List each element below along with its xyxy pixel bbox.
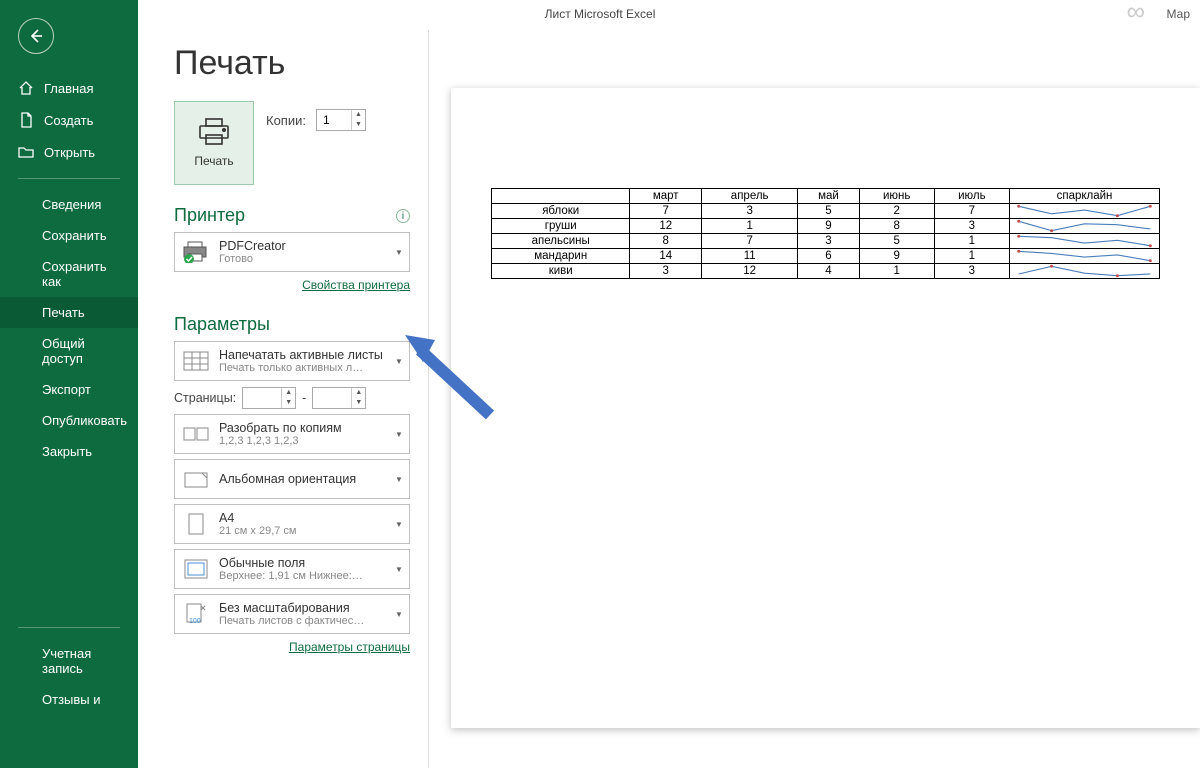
data-table: мартапрельмайиюньиюльспарклайн яблоки735…: [491, 188, 1160, 279]
chevron-down-icon: ▼: [395, 248, 403, 257]
chevron-down-icon: ▼: [395, 565, 403, 574]
back-button[interactable]: [18, 18, 54, 54]
preview-page: мартапрельмайиюньиюльспарклайн яблоки735…: [451, 88, 1200, 728]
spinner-down[interactable]: ▼: [352, 120, 365, 130]
info-icon[interactable]: i: [396, 209, 410, 223]
print-button[interactable]: Печать: [174, 101, 254, 185]
spinner-up[interactable]: ▲: [352, 110, 365, 120]
window-title: Лист Microsoft Excel: [545, 7, 656, 21]
nav-publish[interactable]: Опубликовать: [0, 405, 138, 436]
table-row: киви312413: [492, 264, 1160, 279]
nav-saveas[interactable]: Сохранить как: [0, 251, 138, 297]
printer-dropdown[interactable]: PDFCreator Готово ▼: [174, 232, 410, 272]
ribbon-decoration: ∞: [1126, 0, 1145, 27]
copies-spinner[interactable]: ▲▼: [316, 109, 366, 131]
chevron-down-icon: ▼: [395, 430, 403, 439]
page-icon: [181, 512, 211, 536]
table-row: апельсины87351: [492, 234, 1160, 249]
nav-share[interactable]: Общий доступ: [0, 328, 138, 374]
table-row: яблоки73527: [492, 204, 1160, 219]
nav-open[interactable]: Открыть: [0, 136, 138, 168]
margins-dropdown[interactable]: Обычные поля Верхнее: 1,91 см Нижнее:… ▼: [174, 549, 410, 589]
nav-save[interactable]: Сохранить: [0, 220, 138, 251]
page-from-spinner[interactable]: ▲▼: [242, 387, 296, 409]
print-what-dropdown[interactable]: Напечатать активные листы Печать только …: [174, 341, 410, 381]
printer-properties-link[interactable]: Свойства принтера: [302, 278, 410, 292]
nav-close[interactable]: Закрыть: [0, 436, 138, 467]
nav-export[interactable]: Экспорт: [0, 374, 138, 405]
backstage-sidebar: Главная Создать Открыть Сведения Сохрани…: [0, 0, 138, 768]
copies-input[interactable]: [317, 113, 349, 127]
table-row: груши121983: [492, 219, 1160, 234]
collate-icon: [181, 422, 211, 446]
chevron-down-icon: ▼: [395, 357, 403, 366]
margins-icon: [181, 557, 211, 581]
user-label: Мар: [1167, 7, 1190, 21]
scaling-dropdown[interactable]: 100 Без масштабирования Печать листов с …: [174, 594, 410, 634]
printer-section-title: Принтер: [174, 205, 245, 226]
sheets-icon: [181, 349, 211, 373]
printer-icon: [181, 240, 211, 264]
page-to-spinner[interactable]: ▲▼: [312, 387, 366, 409]
nav-feedback[interactable]: Отзывы и: [0, 684, 138, 715]
page-setup-link[interactable]: Параметры страницы: [289, 640, 410, 654]
copies-label: Копии:: [266, 113, 306, 128]
nav-print[interactable]: Печать: [0, 297, 138, 328]
settings-section-title: Параметры: [174, 314, 270, 335]
nav-home[interactable]: Главная: [0, 72, 138, 104]
pages-label: Страницы:: [174, 391, 236, 405]
svg-text:100: 100: [189, 618, 201, 625]
landscape-icon: [181, 467, 211, 491]
nav-new[interactable]: Создать: [0, 104, 138, 136]
scale-icon: 100: [181, 602, 211, 626]
table-row: мандарин1411691: [492, 249, 1160, 264]
chevron-down-icon: ▼: [395, 610, 403, 619]
page-title: Печать: [174, 44, 410, 83]
orientation-dropdown[interactable]: Альбомная ориентация ▼: [174, 459, 410, 499]
chevron-down-icon: ▼: [395, 475, 403, 484]
collate-dropdown[interactable]: Разобрать по копиям 1,2,3 1,2,3 1,2,3 ▼: [174, 414, 410, 454]
paper-dropdown[interactable]: A4 21 см x 29,7 см ▼: [174, 504, 410, 544]
nav-account[interactable]: Учетная запись: [0, 638, 138, 684]
nav-info[interactable]: Сведения: [0, 189, 138, 220]
print-preview: мартапрельмайиюньиюльспарклайн яблоки735…: [428, 30, 1200, 768]
chevron-down-icon: ▼: [395, 520, 403, 529]
